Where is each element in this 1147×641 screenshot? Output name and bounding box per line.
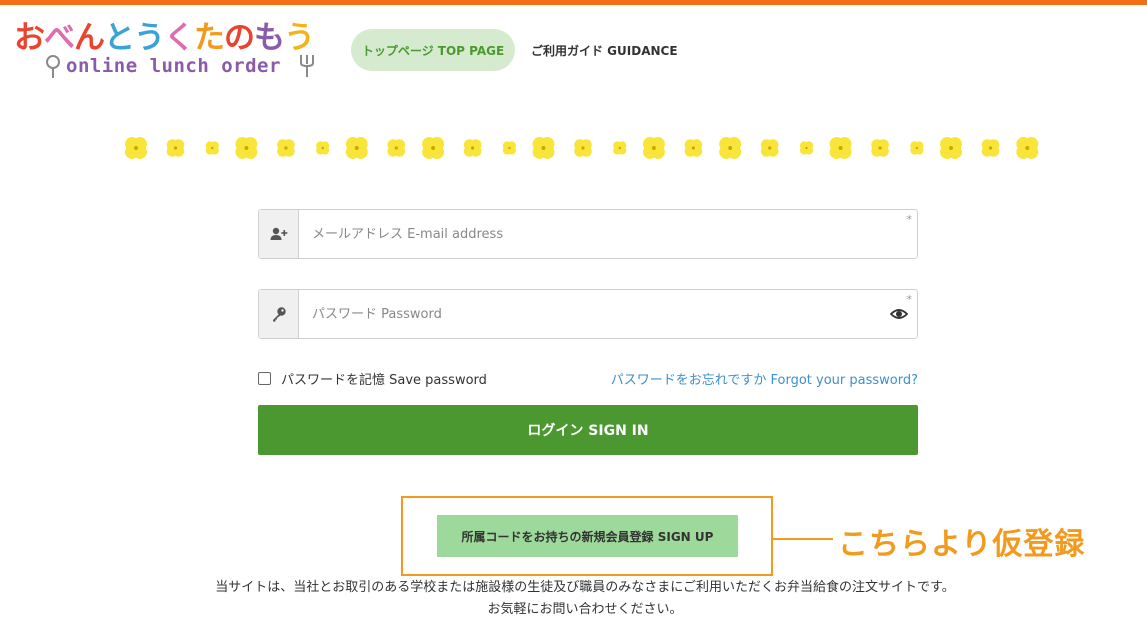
flower-icon bbox=[205, 141, 219, 155]
logo-char: の bbox=[224, 20, 255, 56]
footer-line-2: お気軽にお問い合わせください。 bbox=[487, 602, 683, 617]
flower-icon bbox=[422, 137, 445, 159]
flower-icon bbox=[1016, 137, 1039, 159]
password-field[interactable]: * bbox=[258, 289, 918, 339]
nav-top-page-link[interactable]: トップページ TOP PAGE bbox=[351, 29, 515, 71]
flower-icon bbox=[760, 139, 779, 157]
fork-icon bbox=[300, 55, 314, 77]
logo-char: と bbox=[104, 20, 135, 56]
remember-password[interactable]: パスワードを記憶 Save password bbox=[258, 369, 487, 388]
top-accent-bar bbox=[0, 0, 1147, 5]
flower-icon bbox=[532, 137, 555, 159]
flower-icon bbox=[235, 137, 258, 159]
footer-line-1: 当サイトは、当社とお取引のある学校または施設様の生徒及び職員のみなさまにご利用い… bbox=[215, 580, 955, 595]
remember-password-checkbox[interactable] bbox=[258, 372, 271, 385]
nav-guidance-link[interactable]: ご利用ガイド GUIDANCE bbox=[531, 29, 678, 71]
email-field[interactable]: * bbox=[258, 209, 918, 259]
eye-icon[interactable] bbox=[890, 305, 908, 323]
logo-char: べ bbox=[44, 20, 75, 56]
key-icon bbox=[259, 290, 299, 338]
remember-password-label: パスワードを記憶 Save password bbox=[281, 373, 487, 388]
logo-char: う bbox=[284, 20, 315, 56]
flower-decoration bbox=[125, 137, 1039, 159]
site-logo[interactable]: おべんとうくたのもう online lunch order bbox=[14, 20, 334, 80]
flower-icon bbox=[463, 139, 482, 157]
flower-icon bbox=[574, 139, 592, 157]
forgot-password-link[interactable]: パスワードをお忘れですか Forgot your password? bbox=[611, 369, 918, 388]
flower-icon bbox=[799, 141, 814, 155]
flower-icon bbox=[642, 137, 665, 159]
logo-char: た bbox=[194, 20, 225, 56]
flower-icon bbox=[719, 137, 742, 159]
flower-icon bbox=[684, 139, 703, 157]
flower-icon bbox=[345, 137, 368, 159]
callout-line bbox=[773, 538, 833, 540]
flower-icon bbox=[277, 139, 295, 157]
flower-icon bbox=[316, 141, 330, 155]
flower-icon bbox=[981, 139, 1000, 157]
logo-title: おべんとうくたのもう bbox=[14, 20, 315, 56]
signup-callout: こちらより仮登録 bbox=[838, 527, 1086, 562]
logo-char: お bbox=[14, 20, 45, 56]
logo-char: ん bbox=[74, 20, 105, 56]
sign-up-button[interactable]: 所属コードをお持ちの新規会員登録 SIGN UP bbox=[437, 515, 738, 557]
required-mark: * bbox=[906, 213, 913, 226]
email-input[interactable] bbox=[300, 210, 880, 258]
logo-subtitle: online lunch order bbox=[66, 55, 281, 77]
flower-icon bbox=[940, 137, 962, 159]
sign-in-button[interactable]: ログイン SIGN IN bbox=[258, 405, 918, 455]
flower-icon bbox=[613, 141, 627, 155]
flower-icon bbox=[829, 137, 852, 159]
flower-icon bbox=[910, 141, 924, 155]
flower-icon bbox=[125, 137, 147, 159]
logo-char: も bbox=[254, 20, 285, 56]
logo-char: う bbox=[134, 20, 165, 56]
user-plus-icon bbox=[259, 210, 299, 258]
flower-icon bbox=[387, 139, 406, 157]
logo-char: く bbox=[164, 20, 195, 56]
spoon-icon bbox=[46, 55, 60, 78]
flower-icon bbox=[871, 139, 889, 157]
footer-text: 当サイトは、当社とお取引のある学校または施設様の生徒及び職員のみなさまにご利用い… bbox=[0, 577, 1147, 621]
flower-icon bbox=[502, 141, 516, 155]
flower-icon bbox=[166, 139, 185, 157]
password-input[interactable] bbox=[300, 290, 880, 338]
